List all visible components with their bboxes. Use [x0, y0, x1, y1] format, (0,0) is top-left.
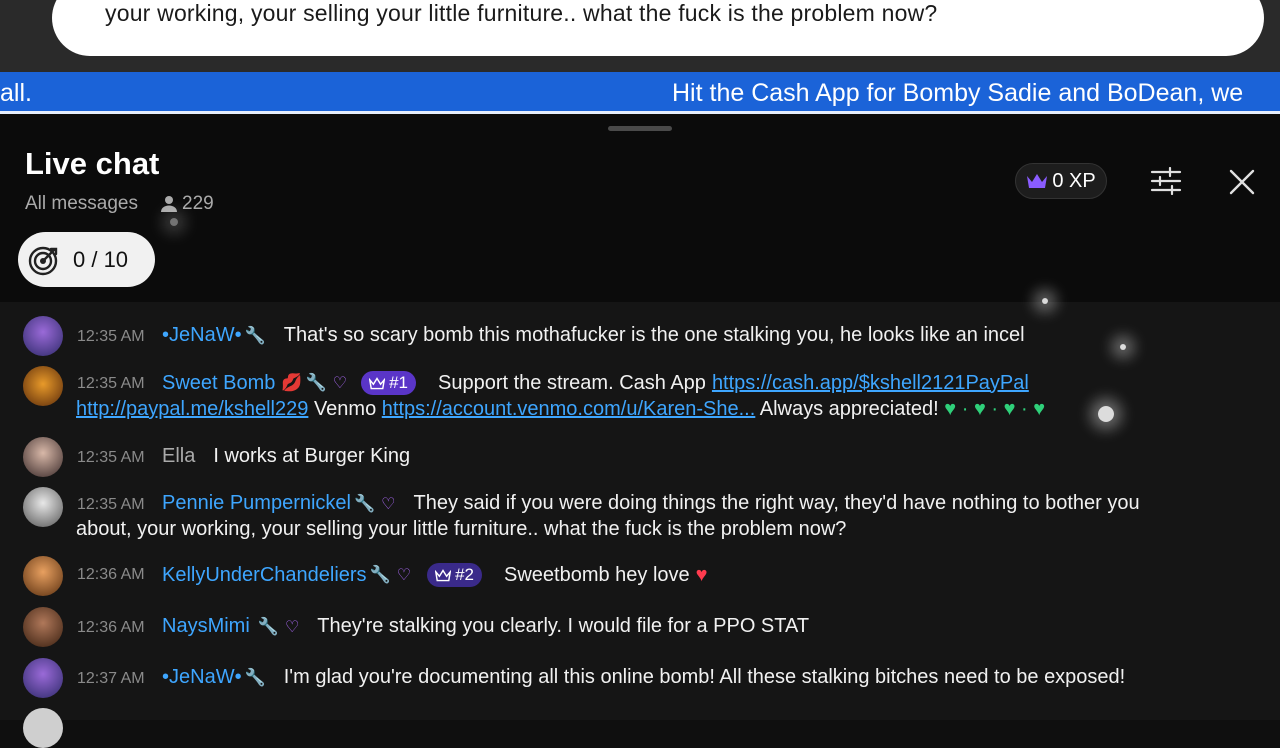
- message-time: 12:35 AM: [77, 449, 145, 466]
- crown-icon: [1027, 174, 1048, 188]
- avatar[interactable]: [23, 487, 63, 527]
- paypal-link[interactable]: http://paypal.me/kshell229: [76, 398, 308, 420]
- drag-handle[interactable]: [608, 126, 672, 131]
- viewer-count: 229: [160, 193, 214, 215]
- author-name[interactable]: NaysMimi: [162, 615, 250, 638]
- cash-app-link[interactable]: https://cash.app/$kshell2121PayPal: [712, 372, 1029, 395]
- author-name[interactable]: •JeNaW•: [162, 666, 242, 689]
- chat-message: 12:36 AM NaysMimi 🔧 ♡ They're stalking y…: [0, 607, 1280, 647]
- author-name[interactable]: Pennie Pumpernickel: [162, 492, 351, 515]
- message-text: Always appreciated!: [759, 398, 939, 420]
- avatar[interactable]: [23, 658, 63, 698]
- message-text: I works at Burger King: [213, 445, 411, 467]
- author-name[interactable]: •JeNaW•: [162, 324, 242, 347]
- viewer-count-value: 229: [182, 193, 214, 214]
- sparkle-effect: [1042, 298, 1048, 304]
- chat-message: 12:36 AM KellyUnderChandeliers 🔧 ♡ #2 Sw…: [0, 556, 1280, 596]
- wrench-icon: 🔧: [369, 565, 391, 584]
- author-name[interactable]: Ella: [162, 445, 195, 468]
- author-name[interactable]: Sweet Bomb: [162, 372, 275, 395]
- message-text: They said if you were doing things the r…: [413, 492, 1140, 514]
- wrench-icon: 🔧: [257, 616, 279, 636]
- avatar[interactable]: [23, 607, 63, 647]
- chat-title: Live chat: [25, 146, 160, 181]
- heart-icon: ♥ · ♥ · ♥ · ♥: [944, 398, 1046, 420]
- heart-icon: ♡: [381, 495, 396, 513]
- chat-message: 12:37 AM •JeNaW• 🔧 I'm glad you're docum…: [0, 658, 1280, 698]
- crown-icon: [435, 568, 452, 581]
- message-text: Sweetbomb hey love: [504, 563, 690, 586]
- message-time: 12:35 AM: [77, 375, 145, 392]
- heart-icon: ♡: [284, 618, 300, 636]
- wrench-icon: 🔧: [354, 493, 376, 513]
- heart-icon: ♡: [396, 567, 412, 584]
- sparkle-effect: [1098, 406, 1114, 422]
- rank-label: #1: [389, 373, 408, 392]
- chat-message: 12:35 AM Pennie Pumpernickel 🔧 ♡ They sa…: [0, 487, 1280, 543]
- avatar[interactable]: [23, 366, 63, 406]
- sliders-icon: [1150, 167, 1182, 195]
- close-icon: [1229, 169, 1255, 195]
- rank-badge: #1: [361, 371, 416, 395]
- message-text: That's so scary bomb this mothafucker is…: [283, 324, 1025, 346]
- xp-label: 0 XP: [1052, 169, 1096, 192]
- ticker-banner: all. Hit the Cash App for Bomby Sadie an…: [0, 72, 1280, 114]
- wrench-icon: 🔧: [305, 373, 327, 392]
- lips-icon: 💋: [281, 373, 303, 392]
- sparkle-effect: [170, 218, 178, 226]
- wrench-icon: 🔧: [244, 667, 266, 687]
- close-button[interactable]: [1226, 166, 1258, 198]
- caption-bubble: your working, your selling your little f…: [52, 0, 1264, 56]
- message-time: 12:35 AM: [77, 496, 145, 513]
- message-time: 12:37 AM: [77, 670, 145, 687]
- avatar[interactable]: [23, 708, 63, 748]
- ticker-text-right: Hit the Cash App for Bomby Sadie and BoD…: [672, 79, 1244, 107]
- message-time: 12:35 AM: [77, 328, 145, 345]
- person-icon: [161, 196, 177, 212]
- message-time: 12:36 AM: [77, 566, 145, 583]
- xp-button[interactable]: 0 XP: [1015, 163, 1107, 199]
- sliders-button[interactable]: [1148, 164, 1184, 198]
- heart-icon: ♡: [332, 375, 348, 392]
- message-text: I'm glad you're documenting all this onl…: [283, 666, 1126, 688]
- venmo-link[interactable]: https://account.venmo.com/u/Karen-She...: [382, 398, 756, 420]
- goal-progress-button[interactable]: 0 / 10: [18, 232, 155, 287]
- target-icon: [28, 246, 58, 275]
- message-text: Support the stream. Cash App: [438, 371, 706, 394]
- heart-icon: ♥: [695, 563, 708, 586]
- avatar[interactable]: [23, 437, 63, 477]
- message-text: Venmo: [313, 398, 377, 420]
- message-text: They're stalking you clearly. I would fi…: [317, 615, 810, 637]
- chat-message: 12:35 AM Ella I works at Burger King: [0, 437, 1280, 477]
- avatar[interactable]: [23, 556, 63, 596]
- chat-message: 12:35 AM Sweet Bomb 💋 🔧 ♡ #1 Support the…: [0, 366, 1280, 426]
- rank-label: #2: [455, 565, 474, 584]
- message-text: about, your working, your selling your l…: [76, 518, 847, 540]
- crown-icon: [369, 376, 386, 389]
- chat-filter-dropdown[interactable]: All messages: [25, 193, 138, 215]
- sparkle-effect: [1120, 344, 1126, 350]
- chat-message: 12:35 AM •JeNaW• 🔧 That's so scary bomb …: [0, 316, 1280, 356]
- caption-text: your working, your selling your little f…: [105, 0, 938, 26]
- author-name[interactable]: KellyUnderChandeliers: [162, 564, 367, 587]
- avatar[interactable]: [23, 316, 63, 356]
- message-time: 12:36 AM: [77, 619, 145, 636]
- goal-progress-text: 0 / 10: [73, 246, 129, 272]
- wrench-icon: 🔧: [244, 325, 266, 345]
- ticker-text-left: all.: [0, 79, 32, 107]
- rank-badge: #2: [427, 563, 482, 587]
